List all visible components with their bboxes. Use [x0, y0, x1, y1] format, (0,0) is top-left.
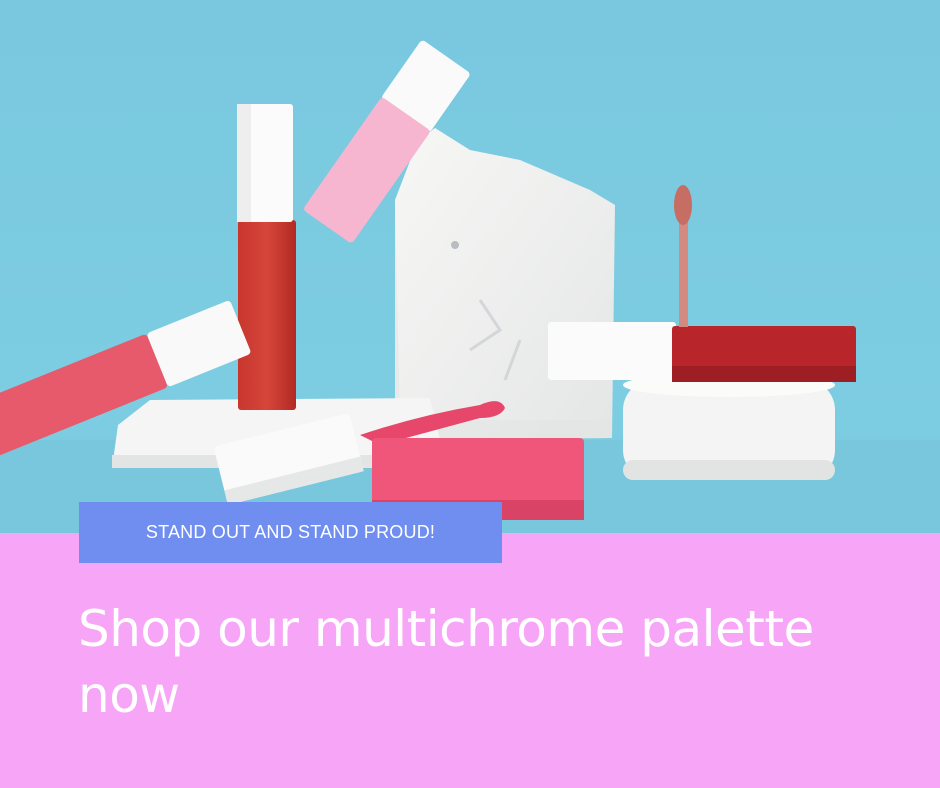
product-photo [0, 0, 940, 535]
plaster-block-round [623, 373, 835, 480]
promo-banner: STAND OUT AND STAND PROUD! Shop our mult… [0, 0, 940, 788]
lip-gloss-red-standing [237, 104, 296, 410]
tagline-badge: STAND OUT AND STAND PROUD! [79, 502, 502, 563]
headline: Shop our multichrome palette now [78, 600, 814, 724]
lip-gloss-dark-red-lying [548, 322, 856, 382]
tagline-text: STAND OUT AND STAND PROUD! [145, 522, 436, 542]
